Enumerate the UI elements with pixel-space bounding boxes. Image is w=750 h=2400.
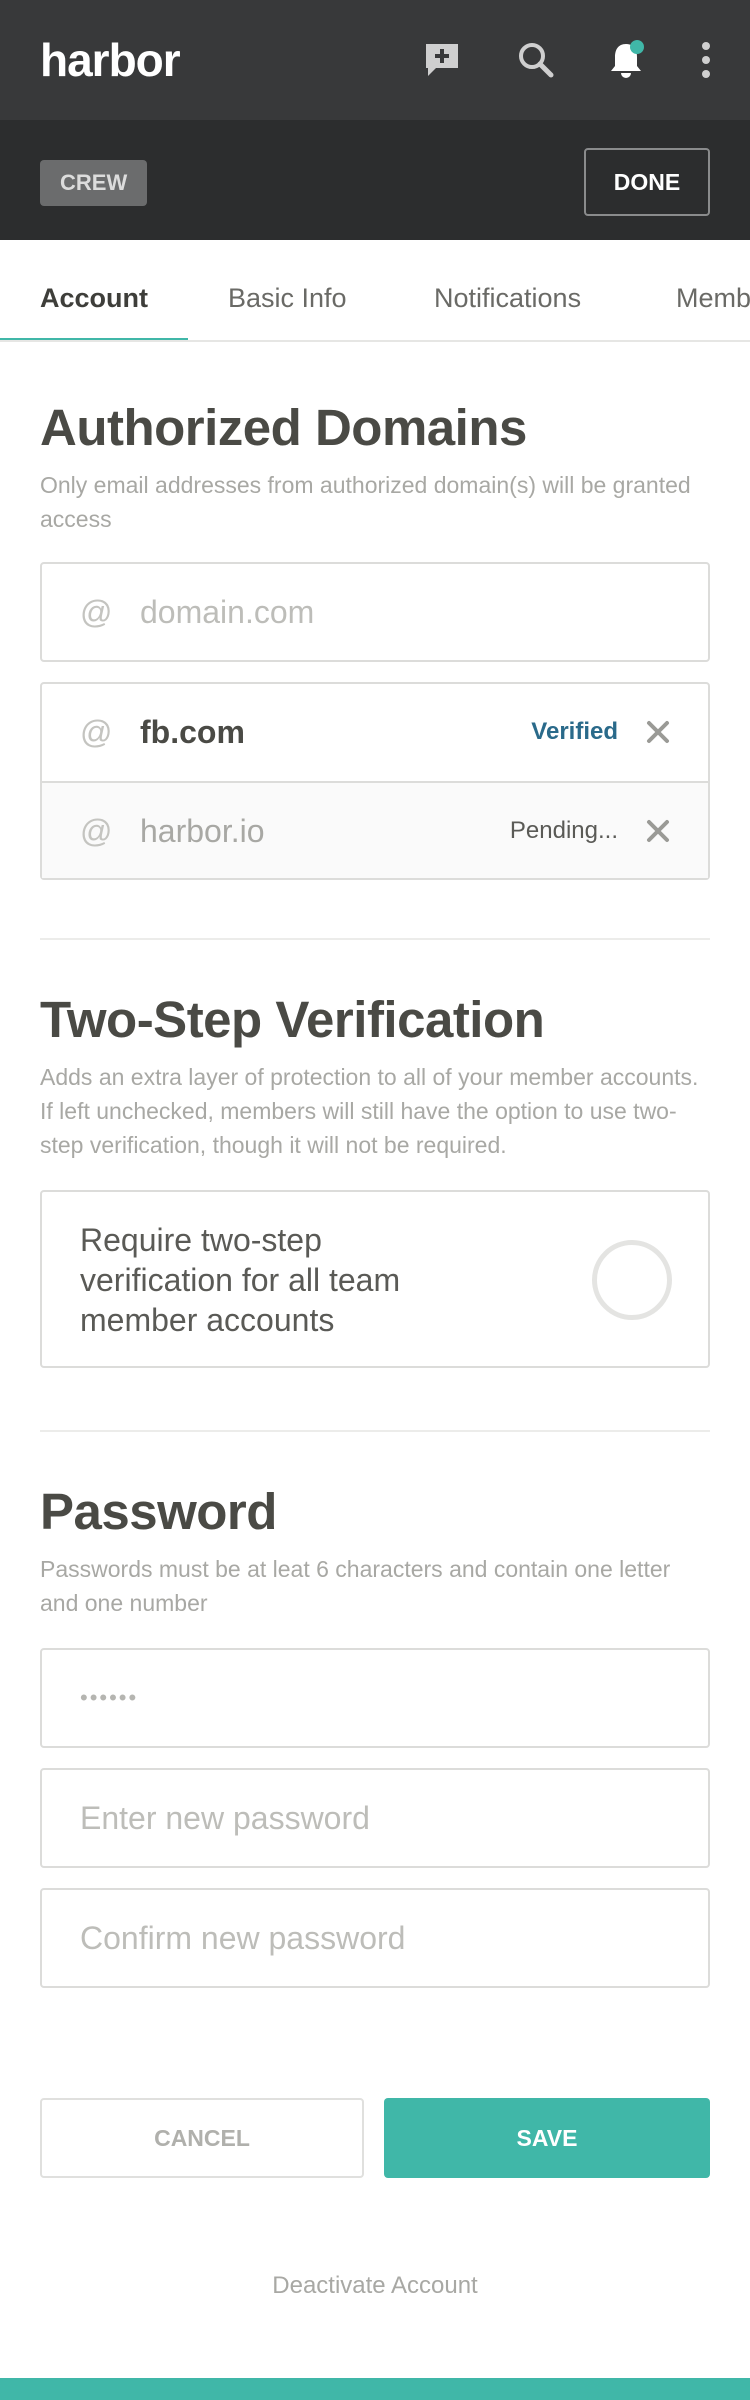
two-step-toggle-label: Require two-step verification for all te…: [80, 1222, 401, 1338]
tab-basic-info[interactable]: Basic Info: [228, 240, 347, 340]
deactivate-account-link[interactable]: Deactivate Account: [0, 2272, 750, 2300]
bell-icon[interactable]: [602, 36, 650, 84]
domain-input[interactable]: [42, 564, 708, 660]
team-chip[interactable]: CREW: [40, 160, 148, 206]
current-password-input[interactable]: [42, 1650, 708, 1746]
tab-members[interactable]: Members: [676, 240, 750, 340]
cancel-button[interactable]: CANCEL: [40, 2098, 364, 2178]
tab-account[interactable]: Account: [40, 240, 148, 340]
section-description-two-step: Adds an extra layer of protection to all…: [40, 1064, 699, 1158]
at-sign-icon: @: [80, 813, 113, 849]
message-plus-icon[interactable]: [418, 36, 466, 84]
current-password-field[interactable]: [40, 1648, 710, 1748]
domain-list: @ fb.com Verified @ harbor.io Pending...: [40, 682, 710, 880]
notification-badge-dot: [630, 40, 644, 54]
confirm-password-input[interactable]: [42, 1890, 708, 1986]
new-password-input[interactable]: [42, 1770, 708, 1866]
status-badge: Pending...: [509, 817, 618, 844]
app-logo[interactable]: harbor: [40, 30, 181, 90]
section-description-password: Passwords must be at leat 6 characters a…: [40, 1556, 671, 1616]
domain-input-field[interactable]: @: [40, 562, 710, 662]
domain-row-verified: @ fb.com Verified: [42, 684, 708, 781]
section-title-domains: Authorized Domains: [40, 399, 527, 456]
at-sign-icon: @: [80, 714, 113, 750]
more-vertical-icon[interactable]: [682, 36, 730, 84]
top-app-bar: harbor: [0, 0, 750, 120]
tab-notifications[interactable]: Notifications: [434, 240, 581, 340]
section-title-two-step: Two-Step Verification: [40, 991, 545, 1048]
close-icon[interactable]: [644, 718, 672, 746]
bottom-accent-bar: [0, 2378, 750, 2400]
section-divider: [40, 1430, 710, 1432]
domain-row-pending: @ harbor.io Pending...: [42, 781, 708, 878]
team-header-bar: CREW DONE: [0, 120, 750, 240]
domain-name: harbor.io: [140, 813, 265, 849]
status-badge: Verified: [531, 718, 618, 745]
active-tab-indicator: [0, 338, 188, 340]
section-title-password: Password: [40, 1483, 277, 1540]
new-password-field[interactable]: [40, 1768, 710, 1868]
two-step-toggle[interactable]: [592, 1240, 672, 1320]
save-button[interactable]: SAVE: [384, 2098, 710, 2178]
section-description-domains: Only email addresses from authorized dom…: [40, 472, 691, 532]
close-icon[interactable]: [644, 817, 672, 845]
done-button[interactable]: DONE: [584, 148, 710, 216]
two-step-toggle-card[interactable]: Require two-step verification for all te…: [40, 1190, 710, 1368]
confirm-password-field[interactable]: [40, 1888, 710, 1988]
section-divider: [40, 938, 710, 940]
settings-tabs: Account Basic Info Notifications Members: [0, 240, 750, 342]
search-icon[interactable]: [512, 36, 560, 84]
domain-name: fb.com: [140, 714, 245, 750]
